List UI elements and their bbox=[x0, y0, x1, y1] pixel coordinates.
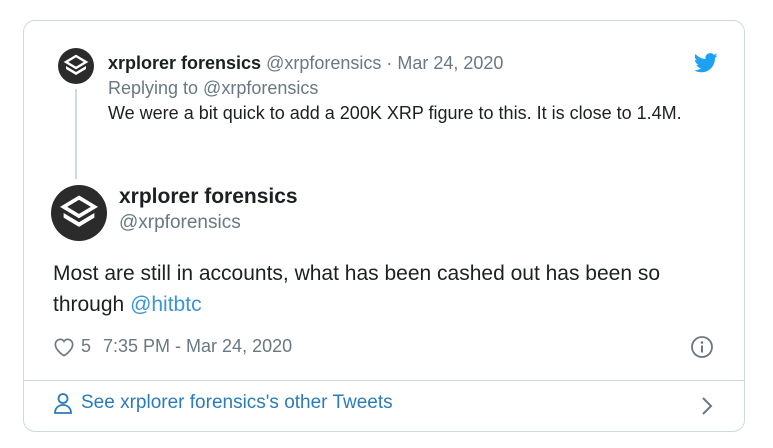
replying-to[interactable]: Replying to @xrpforensics bbox=[108, 76, 708, 101]
quoted-tweet[interactable]: xrplorer forensics @xrpforensics · Mar 2… bbox=[108, 51, 708, 126]
see-other-tweets-label[interactable]: See xrplorer forensics's other Tweets bbox=[81, 392, 393, 414]
author-handle[interactable]: @xrpforensics bbox=[119, 210, 298, 236]
heart-icon[interactable] bbox=[53, 337, 75, 357]
xrplorer-logo-icon bbox=[60, 195, 98, 227]
quoted-author-name[interactable]: xrplorer forensics bbox=[108, 51, 261, 76]
author-block[interactable]: xrplorer forensics @xrpforensics bbox=[119, 184, 298, 236]
tweet-meta: 5 7:35 PM - Mar 24, 2020 bbox=[53, 336, 292, 357]
info-icon[interactable] bbox=[690, 335, 714, 359]
separator-dot: · bbox=[386, 53, 393, 73]
person-icon bbox=[54, 393, 72, 414]
twitter-bird-icon[interactable] bbox=[694, 53, 718, 73]
xrplorer-logo-icon bbox=[63, 54, 89, 75]
quoted-tweet-date[interactable]: Mar 24, 2020 bbox=[397, 51, 503, 76]
like-count[interactable]: 5 bbox=[81, 336, 91, 357]
quoted-author-avatar[interactable] bbox=[58, 48, 94, 84]
mention-link[interactable]: @hitbtc bbox=[130, 293, 202, 316]
tweet-text: Most are still in accounts, what has bee… bbox=[53, 258, 713, 320]
quoted-author-handle[interactable]: @xrpforensics bbox=[266, 51, 381, 76]
quoted-tweet-header: xrplorer forensics @xrpforensics · Mar 2… bbox=[108, 51, 708, 76]
tweet-timestamp[interactable]: 7:35 PM - Mar 24, 2020 bbox=[103, 336, 292, 357]
quoted-tweet-text: We were a bit quick to add a 200K XRP fi… bbox=[108, 103, 682, 123]
embedded-tweet-card: xrplorer forensics @xrpforensics · Mar 2… bbox=[23, 20, 745, 432]
author-avatar[interactable] bbox=[51, 185, 107, 241]
see-other-tweets-link[interactable]: See xrplorer forensics's other Tweets bbox=[53, 392, 393, 414]
thread-connector bbox=[75, 89, 77, 179]
chevron-right-icon[interactable] bbox=[700, 395, 714, 417]
footer-divider bbox=[24, 380, 744, 381]
author-name[interactable]: xrplorer forensics bbox=[119, 184, 298, 210]
